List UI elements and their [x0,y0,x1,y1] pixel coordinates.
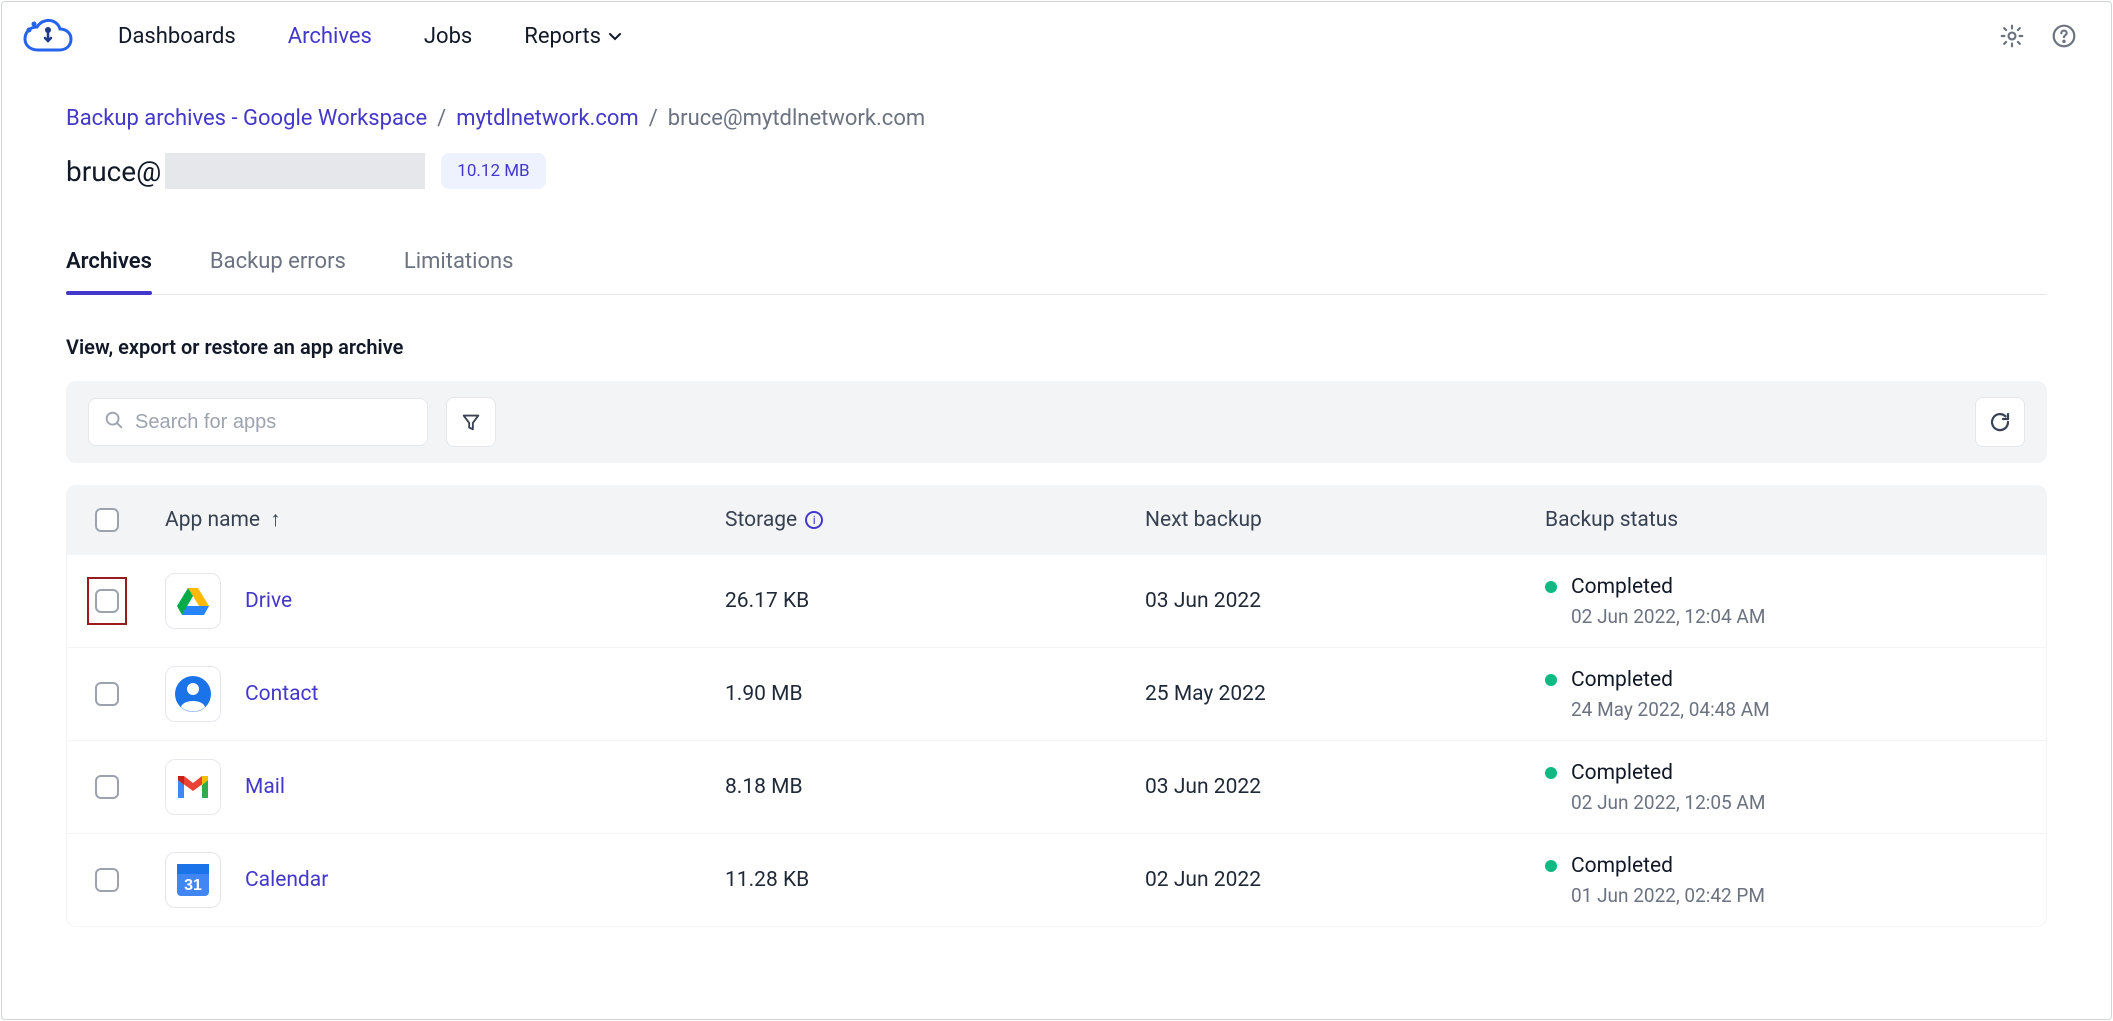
header-next-backup[interactable]: Next backup [1145,508,1545,532]
status-text: Completed [1571,761,1673,785]
header-storage[interactable]: Storage i [725,508,1145,532]
page-title: bruce@ [66,153,425,189]
status-dot-icon [1545,767,1557,779]
drive-app-icon [165,573,221,629]
row-checkbox[interactable] [95,775,119,799]
table-row: Contact 1.90 MB 25 May 2022 Completed 24… [67,647,2046,740]
help-icon [2051,23,2077,49]
tab-limitations[interactable]: Limitations [404,249,514,294]
row-checkbox[interactable] [95,868,119,892]
cell-storage: 1.90 MB [725,682,1145,706]
contact-app-icon [165,666,221,722]
cell-next-backup: 03 Jun 2022 [1145,589,1545,613]
redacted-email-domain [165,153,425,189]
search-icon [103,409,125,435]
cell-next-backup: 25 May 2022 [1145,682,1545,706]
search-input[interactable] [135,411,413,434]
cell-storage: 26.17 KB [725,589,1145,613]
archives-table: App name ↑ Storage i Next backup Backup … [66,485,2047,927]
header-backup-status[interactable]: Backup status [1545,508,2018,532]
help-button[interactable] [2047,19,2081,53]
cell-next-backup: 02 Jun 2022 [1145,868,1545,892]
app-link-calendar[interactable]: Calendar [245,868,328,892]
refresh-button[interactable] [1975,397,2025,447]
app-link-drive[interactable]: Drive [245,589,292,613]
tabs: Archives Backup errors Limitations [66,249,2047,295]
filter-button[interactable] [446,397,496,447]
status-timestamp: 01 Jun 2022, 02:42 PM [1571,884,2018,907]
select-all-checkbox[interactable] [95,508,119,532]
chevron-down-icon [607,28,623,44]
breadcrumb-root[interactable]: Backup archives - Google Workspace [66,106,427,131]
refresh-icon [1988,410,2012,434]
svg-text:31: 31 [184,877,202,894]
nav-dashboards[interactable]: Dashboards [118,24,236,49]
row-checkbox[interactable] [95,682,119,706]
search-box[interactable] [88,398,428,446]
top-nav: Dashboards Archives Jobs Reports [2,2,2111,70]
status-timestamp: 02 Jun 2022, 12:05 AM [1571,791,2018,814]
breadcrumb: Backup archives - Google Workspace / myt… [66,70,2047,131]
cell-next-backup: 03 Jun 2022 [1145,775,1545,799]
cell-storage: 8.18 MB [725,775,1145,799]
nav-reports[interactable]: Reports [524,24,623,49]
tab-archives[interactable]: Archives [66,249,152,294]
header-app-name[interactable]: App name ↑ [165,508,725,532]
row-checkbox[interactable] [95,589,119,613]
status-timestamp: 02 Jun 2022, 12:04 AM [1571,605,2018,628]
status-dot-icon [1545,581,1557,593]
toolbar [66,381,2047,463]
status-text: Completed [1571,575,1673,599]
cell-storage: 11.28 KB [725,868,1145,892]
nav-archives[interactable]: Archives [288,24,372,49]
app-link-mail[interactable]: Mail [245,775,285,799]
checkbox-highlight [87,577,127,625]
breadcrumb-current: bruce@mytdlnetwork.com [668,106,925,131]
section-subtitle: View, export or restore an app archive [66,335,2047,359]
table-row: Drive 26.17 KB 03 Jun 2022 Completed 02 … [67,554,2046,647]
mail-app-icon [165,759,221,815]
app-logo [20,16,76,56]
status-dot-icon [1545,860,1557,872]
settings-button[interactable] [1995,19,2029,53]
status-timestamp: 24 May 2022, 04:48 AM [1571,698,2018,721]
table-row: Mail 8.18 MB 03 Jun 2022 Completed 02 Ju… [67,740,2046,833]
app-link-contact[interactable]: Contact [245,682,318,706]
calendar-app-icon: 31 [165,852,221,908]
breadcrumb-domain[interactable]: mytdlnetwork.com [456,106,639,131]
status-text: Completed [1571,668,1673,692]
size-badge: 10.12 MB [441,153,545,189]
table-row: 31 Calendar 11.28 KB 02 Jun 2022 Complet… [67,833,2046,926]
info-icon[interactable]: i [805,511,823,529]
status-dot-icon [1545,674,1557,686]
gear-icon [1999,23,2025,49]
nav-jobs[interactable]: Jobs [424,24,472,49]
tab-backup-errors[interactable]: Backup errors [210,249,346,294]
sort-arrow-up-icon: ↑ [270,508,281,532]
table-header: App name ↑ Storage i Next backup Backup … [67,486,2046,554]
status-text: Completed [1571,854,1673,878]
filter-icon [460,411,482,433]
